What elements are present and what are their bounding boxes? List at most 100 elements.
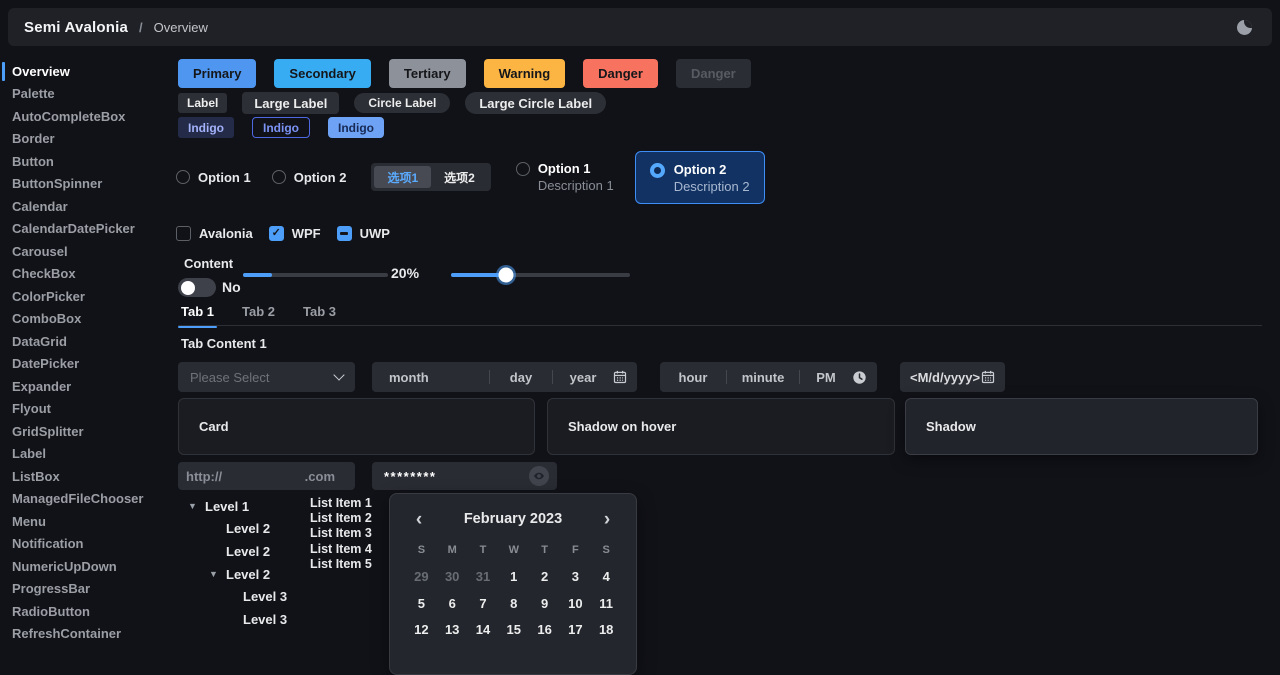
calendar-day-cell[interactable]: 11 bbox=[591, 596, 622, 614]
calendar-day-cell[interactable]: 2 bbox=[529, 569, 560, 587]
demo-button[interactable]: Tertiary bbox=[389, 59, 466, 88]
sidebar-item[interactable]: Flyout bbox=[12, 398, 170, 421]
sidebar-item[interactable]: ProgressBar bbox=[12, 578, 170, 601]
sidebar-item[interactable]: CheckBox bbox=[12, 263, 170, 286]
show-password-button[interactable] bbox=[529, 466, 549, 486]
checkbox[interactable]: ✓ UWP bbox=[337, 226, 390, 241]
clock-icon[interactable] bbox=[852, 370, 877, 385]
time-hour-segment[interactable]: hour bbox=[660, 370, 726, 385]
slider-2-thumb[interactable] bbox=[499, 268, 514, 283]
sidebar-item[interactable]: Notification bbox=[12, 533, 170, 556]
demo-button[interactable]: Danger bbox=[583, 59, 658, 88]
sidebar-item[interactable]: Button bbox=[12, 150, 170, 173]
password-input[interactable]: ******** bbox=[372, 462, 557, 490]
calendar-icon[interactable] bbox=[981, 370, 995, 384]
list-item[interactable]: List Item 1 bbox=[310, 495, 372, 510]
calendar-day-cell[interactable]: 10 bbox=[560, 596, 591, 614]
sidebar-item[interactable]: ButtonSpinner bbox=[12, 173, 170, 196]
sidebar-item[interactable]: NumericUpDown bbox=[12, 555, 170, 578]
calendar-day-cell[interactable]: 7 bbox=[468, 596, 499, 614]
calendar-icon[interactable] bbox=[613, 370, 637, 384]
sidebar-item[interactable]: ComboBox bbox=[12, 308, 170, 331]
demo-button[interactable]: Danger bbox=[676, 59, 751, 88]
list-item[interactable]: List Item 4 bbox=[310, 541, 372, 556]
theme-toggle-button[interactable] bbox=[1232, 15, 1256, 39]
sidebar-item[interactable]: Overview bbox=[12, 60, 170, 83]
demo-button[interactable]: Secondary bbox=[274, 59, 370, 88]
segmented-option-selected[interactable]: 选项1 bbox=[374, 166, 431, 188]
calendar-day-cell[interactable]: 6 bbox=[437, 596, 468, 614]
calendar-day-cell[interactable]: 9 bbox=[529, 596, 560, 614]
sidebar-item[interactable]: Expander bbox=[12, 375, 170, 398]
sidebar-item[interactable]: ColorPicker bbox=[12, 285, 170, 308]
demo-button[interactable]: Primary bbox=[178, 59, 256, 88]
sidebar-item[interactable]: RadioButton bbox=[12, 600, 170, 623]
date-year-segment[interactable]: year bbox=[553, 370, 613, 385]
sidebar-item[interactable]: ManagedFileChooser bbox=[12, 488, 170, 511]
sidebar-item[interactable]: Border bbox=[12, 128, 170, 151]
expander-arrow-icon[interactable]: ▼ bbox=[209, 569, 226, 579]
sidebar-item[interactable]: Menu bbox=[12, 510, 170, 533]
calendar-month-title[interactable]: February 2023 bbox=[432, 511, 594, 527]
checkbox[interactable]: ✓ WPF bbox=[269, 226, 321, 241]
chevron-right-icon[interactable]: › bbox=[594, 510, 620, 529]
sidebar-item[interactable]: DatePicker bbox=[12, 353, 170, 376]
calendar-day-cell[interactable]: 4 bbox=[591, 569, 622, 587]
calendar-day-cell[interactable]: 17 bbox=[560, 622, 591, 640]
sidebar-item[interactable]: Palette bbox=[12, 83, 170, 106]
calendar-day-cell[interactable]: 1 bbox=[498, 569, 529, 587]
radio-with-description[interactable]: Option 1 Description 1 bbox=[516, 160, 614, 194]
url-input[interactable]: http:// .com bbox=[178, 462, 355, 490]
time-meridiem-segment[interactable]: PM bbox=[800, 370, 852, 385]
calendar-day-cell[interactable]: 5 bbox=[406, 596, 437, 614]
expander-arrow-icon[interactable]: ▼ bbox=[188, 501, 205, 511]
sidebar-item[interactable]: Label bbox=[12, 443, 170, 466]
toggle-switch-off[interactable] bbox=[178, 278, 216, 297]
tree-node[interactable]: ▼ Level 3 bbox=[186, 608, 306, 631]
list-item[interactable]: List Item 2 bbox=[310, 510, 372, 525]
calendar-date-picker[interactable]: <M/d/yyyy> bbox=[900, 362, 1005, 392]
sidebar-item[interactable]: ListBox bbox=[12, 465, 170, 488]
date-day-segment[interactable]: day bbox=[490, 370, 552, 385]
slider-with-thumb[interactable] bbox=[451, 273, 630, 277]
calendar-day-cell[interactable]: 18 bbox=[591, 622, 622, 640]
calendar-day-cell[interactable]: 14 bbox=[468, 622, 499, 640]
list-item[interactable]: List Item 3 bbox=[310, 526, 372, 541]
radio-option-2[interactable]: Option 2 bbox=[272, 170, 347, 185]
time-picker-segmented[interactable]: hour minute PM bbox=[660, 362, 877, 392]
radio-option-1[interactable]: Option 1 bbox=[176, 170, 251, 185]
tree-node[interactable]: ▼ Level 3 bbox=[186, 585, 306, 608]
card-shadow-on-hover[interactable]: Shadow on hover bbox=[547, 398, 895, 455]
calendar-day-cell[interactable]: 16 bbox=[529, 622, 560, 640]
calendar-day-cell[interactable]: 31 bbox=[468, 569, 499, 587]
sidebar-item[interactable]: RefreshContainer bbox=[12, 623, 170, 646]
segmented-option[interactable]: 选项2 bbox=[431, 166, 488, 188]
calendar-day-cell[interactable]: 13 bbox=[437, 622, 468, 640]
sidebar-item[interactable]: Calendar bbox=[12, 195, 170, 218]
tree-node[interactable]: ▼ Level 1 bbox=[186, 495, 306, 518]
sidebar-item[interactable]: GridSplitter bbox=[12, 420, 170, 443]
chevron-left-icon[interactable]: ‹ bbox=[406, 510, 432, 529]
checkbox[interactable]: ✓ Avalonia bbox=[176, 226, 253, 241]
calendar-day-cell[interactable]: 3 bbox=[560, 569, 591, 587]
tree-node[interactable]: ▼ Level 2 bbox=[186, 518, 306, 541]
radio-card-selected[interactable]: Option 2 Description 2 bbox=[635, 151, 765, 204]
sidebar-item[interactable]: DataGrid bbox=[12, 330, 170, 353]
tree-node[interactable]: ▼ Level 2 bbox=[186, 563, 306, 586]
sidebar-item[interactable]: Carousel bbox=[12, 240, 170, 263]
list-item[interactable]: List Item 5 bbox=[310, 557, 372, 572]
calendar-day-cell[interactable]: 15 bbox=[498, 622, 529, 640]
sidebar-item[interactable]: AutoCompleteBox bbox=[12, 105, 170, 128]
calendar-day-cell[interactable]: 30 bbox=[437, 569, 468, 587]
demo-button[interactable]: Warning bbox=[484, 59, 566, 88]
sidebar-item[interactable]: CalendarDatePicker bbox=[12, 218, 170, 241]
time-minute-segment[interactable]: minute bbox=[727, 370, 799, 385]
date-picker-segmented[interactable]: month day year bbox=[372, 362, 637, 392]
date-month-segment[interactable]: month bbox=[372, 370, 489, 385]
tree-node[interactable]: ▼ Level 2 bbox=[186, 540, 306, 563]
slider-basic[interactable] bbox=[243, 273, 388, 277]
calendar-day-cell[interactable]: 12 bbox=[406, 622, 437, 640]
calendar-day-cell[interactable]: 29 bbox=[406, 569, 437, 587]
calendar-day-cell[interactable]: 8 bbox=[498, 596, 529, 614]
combobox-please-select[interactable]: Please Select bbox=[178, 362, 355, 392]
